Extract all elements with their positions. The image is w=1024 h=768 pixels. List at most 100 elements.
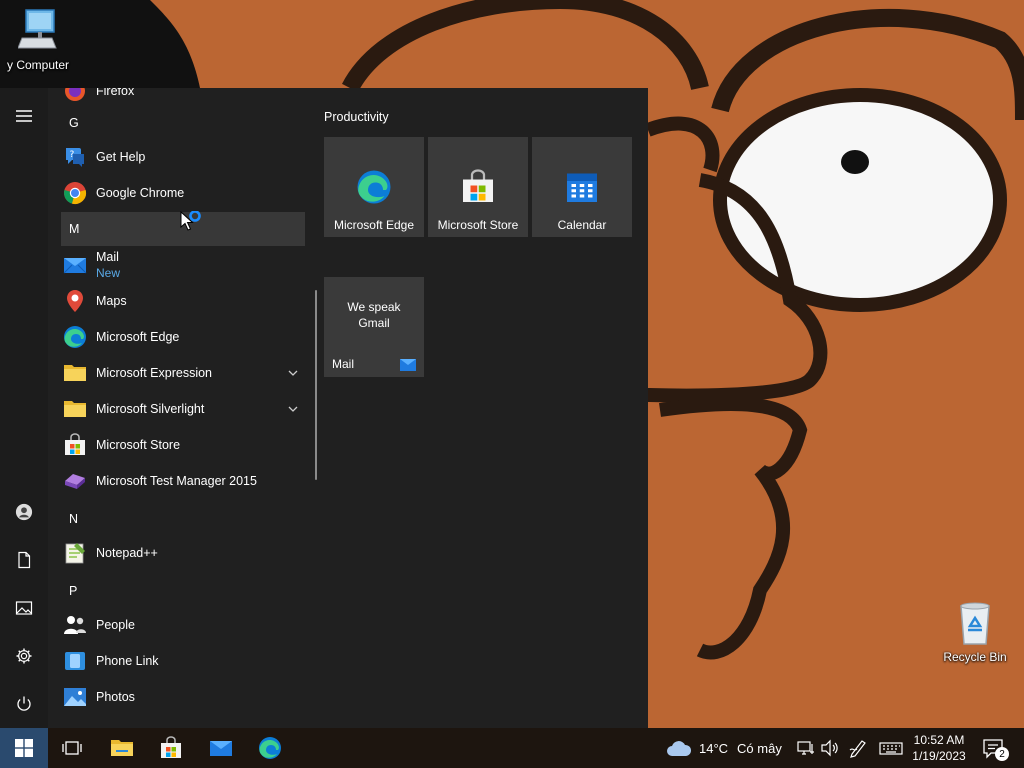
letter-header-g[interactable]: G	[61, 106, 305, 140]
desktop-icon-recycle-bin[interactable]: Recycle Bin	[933, 602, 1017, 664]
user-icon	[15, 503, 33, 521]
app-list-scrollbar[interactable]	[315, 290, 317, 480]
touch-keyboard-button[interactable]	[879, 738, 903, 758]
app-item-label: Microsoft Test Manager 2015	[96, 474, 257, 488]
pictures-button[interactable]	[0, 584, 48, 632]
app-item-microsoft-store[interactable]: Microsoft Store	[61, 428, 305, 462]
app-item-label: Microsoft Store	[96, 438, 181, 452]
app-item-google-chrome[interactable]: Google Chrome	[61, 176, 305, 210]
mail-icon	[400, 359, 416, 371]
app-item-photos[interactable]: Photos	[61, 680, 305, 714]
app-item-phone-link[interactable]: Phone Link	[61, 644, 305, 678]
documents-icon	[18, 551, 31, 569]
computer-icon	[18, 9, 57, 49]
app-item-label: Maps	[96, 294, 127, 308]
app-item-maps[interactable]: Maps	[61, 284, 305, 318]
app-item-get-help[interactable]: ? Get Help	[61, 140, 305, 174]
taskbar-mail[interactable]	[197, 728, 245, 768]
windows-start-icon	[15, 739, 33, 757]
user-account-button[interactable]	[0, 488, 48, 536]
app-item-label: Microsoft Expression	[96, 366, 213, 380]
firefox-icon	[63, 88, 87, 103]
recycle-bin-icon	[960, 602, 990, 645]
weather-temperature: 14°C	[699, 740, 729, 756]
desktop-icon-label: Recycle Bin	[943, 650, 1007, 664]
app-folder-microsoft-expression[interactable]: Microsoft Expression	[61, 356, 305, 390]
letter-header-label: P	[69, 584, 78, 598]
edge-icon	[63, 325, 87, 349]
tile-mail[interactable]: We speak Gmail Mail	[324, 277, 424, 377]
app-item-label: Firefox	[96, 88, 135, 98]
documents-button[interactable]	[0, 536, 48, 584]
settings-icon	[16, 648, 32, 664]
maps-icon	[63, 289, 87, 313]
network-button[interactable]	[796, 738, 816, 758]
settings-button[interactable]	[0, 632, 48, 680]
taskbar-file-explorer[interactable]	[98, 728, 146, 768]
desktop-icon-computer[interactable]: y Computer	[0, 8, 80, 72]
chevron-down-icon[interactable]	[287, 403, 299, 415]
app-item-label: Phone Link	[96, 654, 159, 668]
volume-button[interactable]	[820, 738, 840, 758]
tile-mail-message: We speak Gmail	[347, 300, 401, 330]
app-item-label: Photos	[96, 690, 135, 704]
get-help-icon: ?	[63, 145, 87, 169]
desktop-icon-label: y Computer	[6, 58, 70, 72]
weather-condition: Có mây	[737, 740, 782, 756]
app-folder-microsoft-silverlight[interactable]: Microsoft Silverlight	[61, 392, 305, 426]
chevron-down-icon[interactable]	[287, 367, 299, 379]
tile-calendar[interactable]: Calendar	[532, 137, 632, 237]
action-center-button[interactable]: 2	[981, 737, 1009, 761]
busy-cursor-icon	[180, 211, 201, 231]
task-view-button[interactable]	[48, 728, 96, 768]
tile-microsoft-edge[interactable]: Microsoft Edge	[324, 137, 424, 237]
app-item-firefox[interactable]: Firefox	[61, 88, 305, 108]
app-item-label: Get Help	[96, 150, 146, 164]
volume-icon	[821, 739, 838, 757]
start-menu: Firefox G ? Get Help Google Chrome M Mai…	[0, 88, 648, 728]
weather-widget[interactable]: 14°C Có mây	[666, 728, 782, 768]
app-item-microsoft-test-manager[interactable]: Microsoft Test Manager 2015	[61, 464, 305, 498]
tile-label: Calendar	[557, 218, 607, 232]
start-menu-rail	[0, 88, 48, 728]
app-item-people[interactable]: People	[61, 608, 305, 642]
people-icon	[63, 613, 87, 637]
taskbar-microsoft-edge[interactable]	[246, 728, 294, 768]
store-icon	[161, 736, 181, 758]
app-item-label: Notepad++	[96, 546, 158, 560]
app-item-mail[interactable]: Mail New	[61, 248, 305, 282]
wallpaper-eye	[713, 88, 1007, 312]
phone-link-icon	[63, 649, 87, 673]
notification-count-badge: 2	[995, 747, 1009, 761]
test-manager-icon	[63, 469, 87, 493]
tile-label: Microsoft Edge	[333, 218, 415, 232]
task-view-icon	[62, 741, 82, 755]
taskbar-clock[interactable]: 10:52 AM 1/19/2023	[905, 732, 973, 764]
clock-date: 1/19/2023	[912, 749, 966, 763]
cloud-icon	[667, 741, 692, 756]
app-item-notepad-plus-plus[interactable]: Notepad++	[61, 536, 305, 570]
mail-icon	[63, 253, 87, 277]
letter-header-label: N	[69, 512, 79, 526]
keyboard-icon	[879, 742, 903, 755]
power-button[interactable]	[0, 680, 48, 728]
folder-icon	[63, 361, 87, 385]
menu-icon	[16, 110, 32, 122]
app-item-microsoft-edge[interactable]: Microsoft Edge	[61, 320, 305, 354]
app-item-label: Microsoft Edge	[96, 330, 180, 344]
letter-header-p[interactable]: P	[61, 574, 305, 608]
all-apps-list: Firefox G ? Get Help Google Chrome M Mai…	[48, 88, 318, 728]
taskbar-microsoft-store[interactable]	[147, 728, 195, 768]
taskbar: 14°C Có mây 10:52 AM 1/19/2023 2	[0, 728, 1024, 768]
store-icon	[63, 433, 87, 457]
svg-text:?: ?	[70, 150, 75, 160]
letter-header-n[interactable]: N	[61, 502, 305, 536]
pen-workspace-button[interactable]	[848, 738, 868, 758]
file-explorer-icon	[111, 740, 133, 756]
expand-menu-button[interactable]	[0, 92, 48, 140]
tile-microsoft-store[interactable]: Microsoft Store	[428, 137, 528, 237]
start-button[interactable]	[0, 728, 48, 768]
mail-icon	[210, 741, 232, 756]
chrome-icon	[63, 181, 87, 205]
edge-icon	[259, 737, 281, 759]
